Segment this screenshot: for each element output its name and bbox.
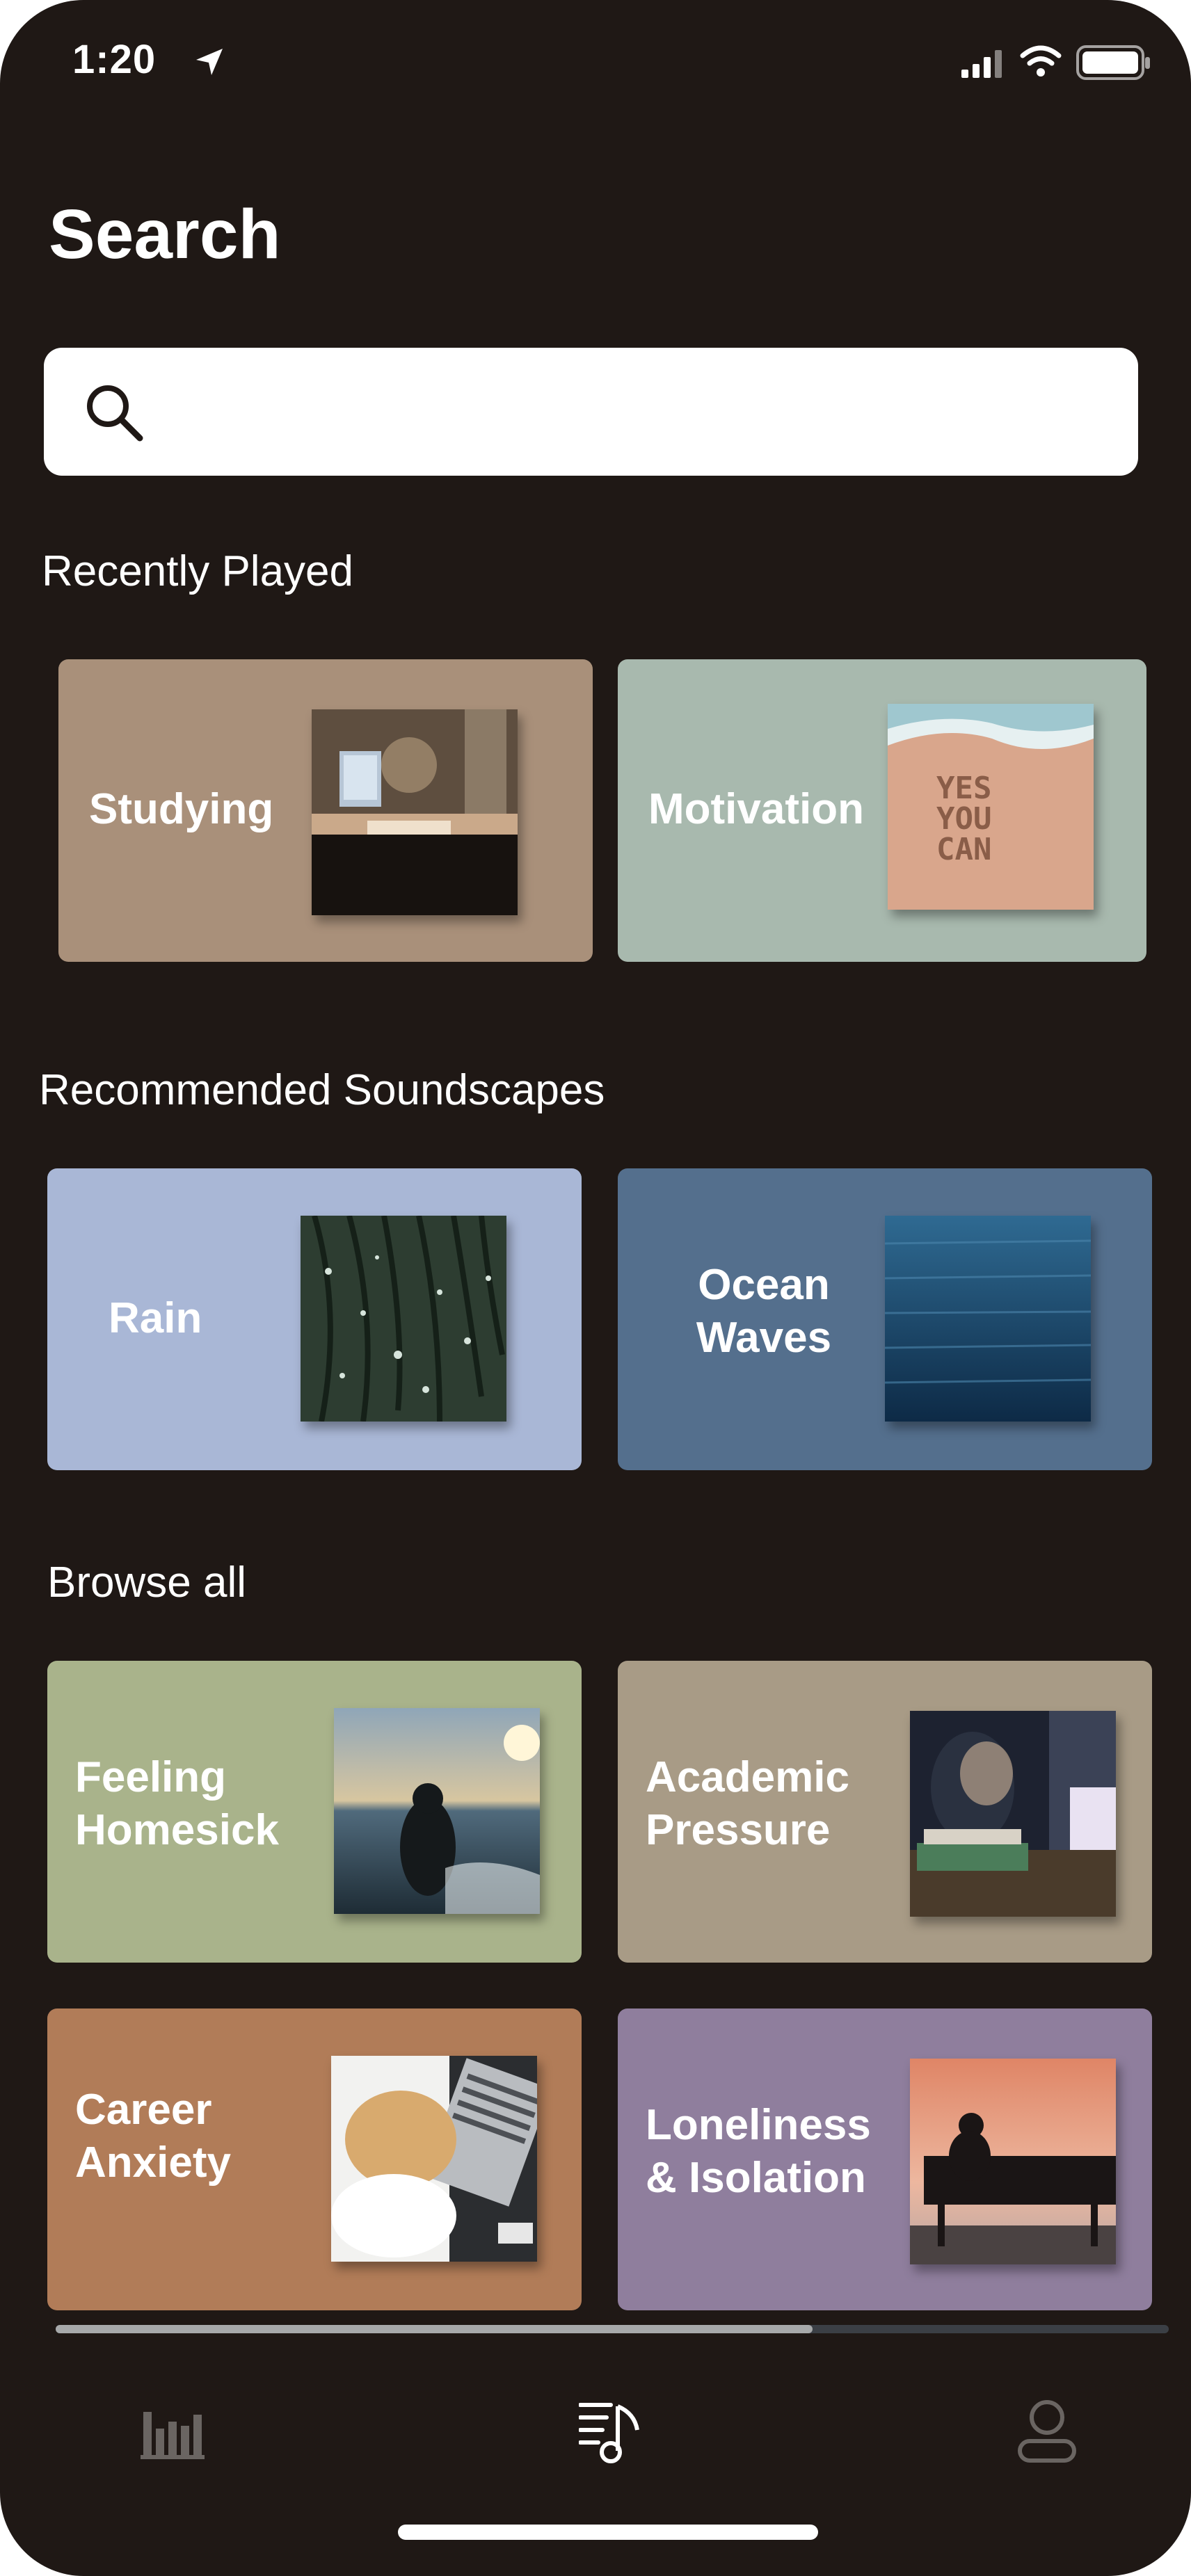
page-title: Search [49, 195, 281, 273]
profile-icon [1018, 2400, 1076, 2463]
search-input[interactable] [44, 348, 1138, 476]
card-career-anxiety[interactable]: Career Anxiety [47, 2009, 582, 2310]
section-recently-played: Recently Played [42, 547, 354, 595]
cellular-signal-icon [961, 50, 1002, 78]
career-thumbnail [331, 2056, 537, 2262]
wifi-icon [1020, 45, 1062, 77]
card-label: Career Anxiety [75, 2086, 231, 2187]
card-feeling-homesick[interactable]: Feeling Homesick [47, 1661, 582, 1963]
card-label: Studying [89, 785, 274, 833]
location-arrow-icon [196, 49, 223, 75]
horizontal-scrollbar-thumb[interactable] [56, 2325, 813, 2333]
bar-chart-icon [141, 2412, 205, 2459]
section-browse-all: Browse all [47, 1559, 246, 1607]
homesick-thumbnail [334, 1708, 540, 1914]
card-motivation[interactable]: Motivation YES YOU CAN [618, 659, 1146, 962]
academic-thumbnail [910, 1711, 1116, 1917]
card-label: Feeling Homesick [75, 1753, 279, 1854]
tab-library[interactable] [578, 2398, 646, 2468]
card-loneliness-isolation[interactable]: Loneliness & Isolation [618, 2009, 1152, 2310]
card-ocean-waves[interactable]: Ocean Waves [618, 1168, 1152, 1470]
loneliness-thumbnail [910, 2059, 1116, 2264]
home-indicator [398, 2525, 818, 2540]
battery-icon [1076, 45, 1150, 80]
app-screen: 1:20 Search Recently Played Studying Mot… [0, 0, 1191, 2576]
status-time: 1:20 [72, 37, 157, 82]
rain-thumbnail [301, 1216, 506, 1422]
card-label: Academic Pressure [646, 1753, 849, 1854]
music-list-icon [578, 2403, 639, 2463]
card-label: Motivation [648, 785, 864, 833]
studying-thumbnail [312, 709, 518, 915]
motivation-thumb-text: YES YOU CAN [936, 771, 992, 867]
card-studying[interactable]: Studying [58, 659, 593, 962]
card-label: Rain [109, 1294, 202, 1342]
tab-profile[interactable] [1016, 2398, 1078, 2468]
card-rain[interactable]: Rain [47, 1168, 582, 1470]
card-label: Loneliness & Isolation [646, 2101, 871, 2202]
search-icon [87, 385, 143, 442]
section-recommended-soundscapes: Recommended Soundscapes [39, 1066, 605, 1114]
motivation-thumbnail: YES YOU CAN [888, 704, 1094, 910]
card-academic-pressure[interactable]: Academic Pressure [618, 1661, 1152, 1963]
card-label: Ocean Waves [696, 1261, 832, 1362]
tab-stats[interactable] [139, 2405, 206, 2464]
ocean-thumbnail [885, 1216, 1091, 1422]
